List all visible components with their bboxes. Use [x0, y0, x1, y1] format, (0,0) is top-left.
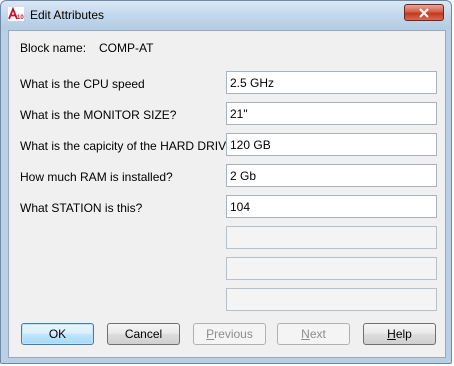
previous-mnemonic: P: [206, 327, 215, 341]
attribute-field-empty-3: [226, 288, 437, 311]
svg-text:10: 10: [17, 15, 24, 21]
next-button: Next: [277, 323, 350, 345]
attribute-field-monitor[interactable]: 21": [226, 102, 437, 125]
previous-button: Previous: [193, 323, 266, 345]
title-bar[interactable]: 10 Edit Attributes: [1, 1, 451, 29]
attribute-prompt-cpu: What is the CPU speed: [20, 77, 145, 91]
attribute-field-empty-1: [226, 226, 437, 249]
attribute-field-cpu[interactable]: 2.5 GHz: [226, 71, 437, 94]
attribute-field-ram[interactable]: 2 Gb: [226, 164, 437, 187]
attribute-field-hard-drive[interactable]: 120 GB: [226, 133, 437, 156]
attribute-field-station[interactable]: 104: [226, 195, 437, 218]
help-button[interactable]: Help: [363, 323, 436, 345]
block-name-value: COMP-AT: [99, 41, 154, 55]
cancel-button[interactable]: Cancel: [107, 323, 180, 345]
close-icon: [419, 8, 429, 18]
attribute-prompt-ram: How much RAM is installed?: [20, 170, 173, 184]
block-name-label: Block name:: [20, 41, 87, 55]
autocad-logo-icon: 10: [8, 6, 24, 21]
window-title: Edit Attributes: [30, 8, 105, 22]
help-label: elp: [395, 327, 412, 341]
next-label: ext: [309, 327, 326, 341]
next-mnemonic: N: [301, 327, 310, 341]
attribute-field-empty-2: [226, 257, 437, 280]
ok-button[interactable]: OK: [21, 323, 94, 345]
previous-label: revious: [214, 327, 253, 341]
dialog-body: Block name: COMP-AT What is the CPU spee…: [8, 30, 446, 358]
edit-attributes-dialog: 10 Edit Attributes Block name: COMP-AT W…: [0, 0, 452, 364]
attribute-prompt-monitor: What is the MONITOR SIZE?: [20, 108, 177, 122]
attribute-prompt-hard-drive: What is the capicity of the HARD DRIV: [20, 139, 227, 153]
help-mnemonic: H: [387, 327, 396, 341]
close-button[interactable]: [404, 4, 444, 21]
attribute-prompt-station: What STATION is this?: [20, 201, 143, 215]
